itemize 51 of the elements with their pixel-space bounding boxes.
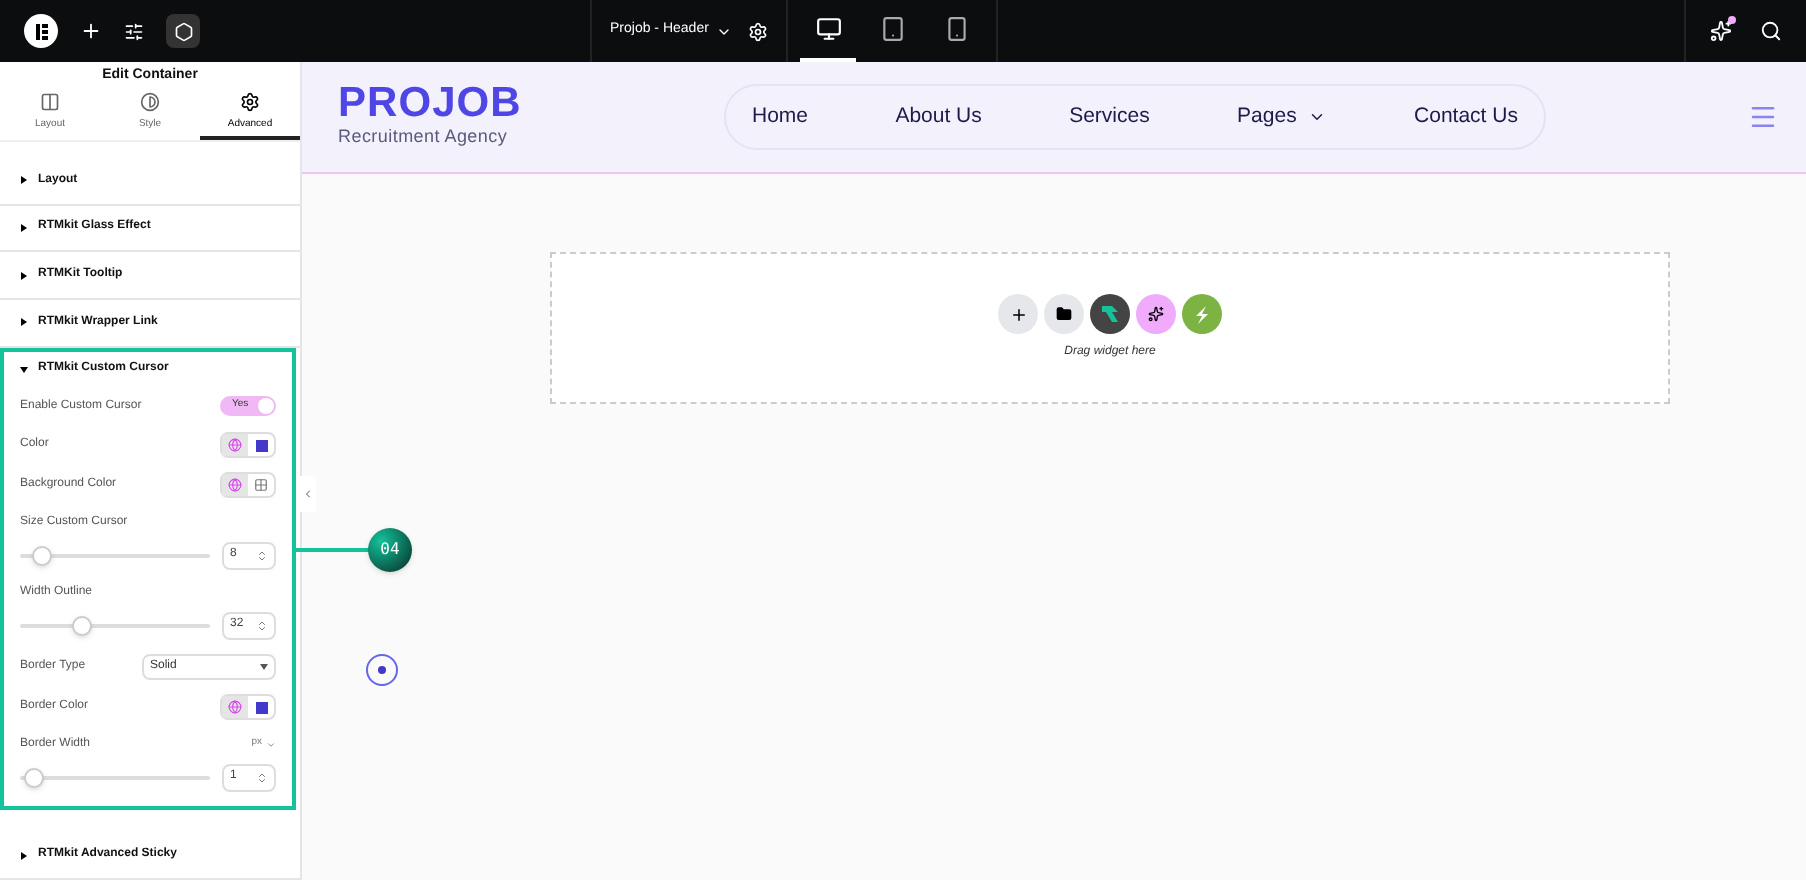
half-circle-icon [140,91,160,112]
kit-button[interactable] [1090,294,1130,334]
monitor-icon [815,16,842,42]
caret-icon[interactable] [20,851,28,860]
add-icon[interactable] [80,20,102,42]
callout-badge: 04 [368,528,412,572]
slider-thumb[interactable] [24,767,44,788]
nav-link[interactable]: Contact Us [1414,101,1518,133]
ai-button[interactable] [1136,294,1176,334]
slider-thumb[interactable] [72,615,93,636]
nav-link[interactable]: Home [752,101,809,133]
hexagon-icon [173,21,193,41]
logo-icon[interactable] [24,14,58,48]
columns-icon [40,91,60,112]
chevron-icon [266,739,276,750]
sparkle-icon[interactable] [1710,20,1732,42]
folder-icon [1056,306,1072,322]
globe-icon[interactable] [228,700,242,715]
globe-icon[interactable] [228,438,242,453]
folder-button[interactable] [1044,294,1084,334]
tablet-icon [879,16,906,42]
nav-link[interactable]: About Us [895,101,982,133]
globe-icon[interactable] [228,478,242,493]
site-tagline: Recruitment Agency [338,124,510,151]
cursor-ring-icon [366,654,398,686]
caret-icon[interactable] [20,318,28,327]
slider-thumb[interactable] [32,545,53,566]
phone-icon [943,16,970,42]
structure-button[interactable] [166,14,200,48]
chevron-left-icon [302,488,314,500]
site-logo[interactable]: PROJOB [338,82,724,125]
settings-icon[interactable] [748,21,769,41]
caret-icon[interactable] [20,365,28,374]
collapse-handle[interactable] [300,476,316,512]
no-color-icon[interactable] [254,478,268,493]
color-swatch[interactable] [255,701,267,714]
caret-icon[interactable] [20,223,28,232]
color-swatch[interactable] [255,439,267,452]
kit-logo-icon [1100,304,1120,324]
bolt-icon [1194,305,1210,323]
sliders-icon[interactable] [124,21,144,41]
sparkle-icon [1148,306,1164,322]
add-widget-button[interactable] [998,294,1038,334]
plus-icon [1009,305,1027,323]
search-icon[interactable] [1760,20,1782,42]
gear-icon [240,91,260,112]
menu-icon[interactable] [1748,102,1778,132]
nav-link[interactable]: Services [1069,101,1150,133]
caret-icon[interactable] [20,176,28,185]
nav-link[interactable]: Pages [1237,101,1327,133]
caret-icon[interactable] [20,271,28,280]
